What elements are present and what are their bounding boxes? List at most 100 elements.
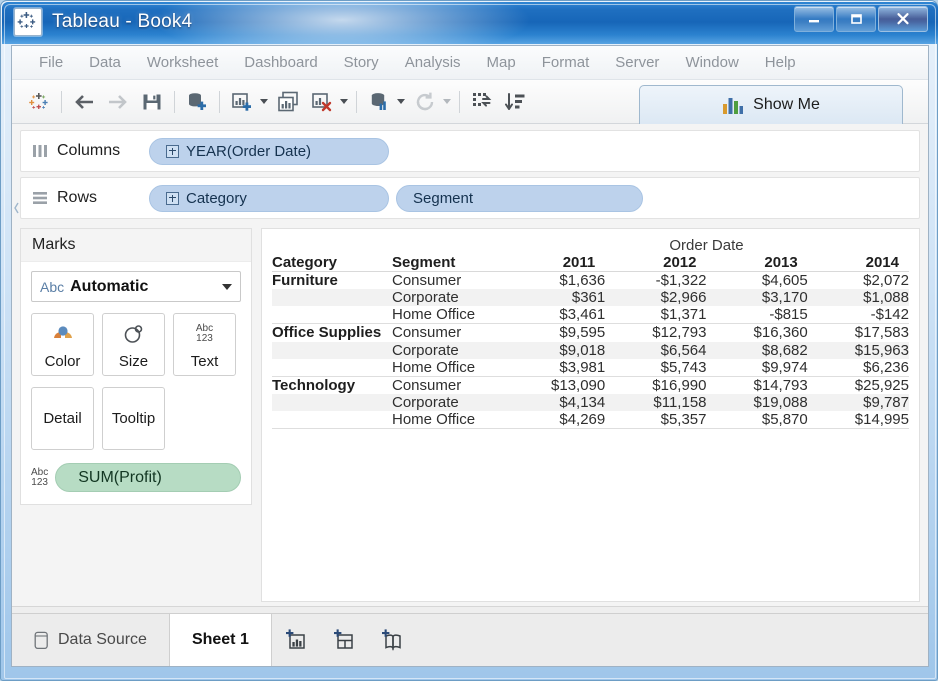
sort-descending-glyph <box>505 92 525 110</box>
show-me-icon <box>723 98 744 114</box>
marks-size-button[interactable]: Size <box>102 313 165 376</box>
new-worksheet-button[interactable] <box>272 614 320 666</box>
cell-segment: Consumer <box>392 324 462 342</box>
show-me-button[interactable]: Show Me <box>639 85 903 124</box>
pill-year-order-date[interactable]: YEAR(Order Date) <box>149 137 389 165</box>
menu-bar: File Data Worksheet Dashboard Story Anal… <box>12 46 928 80</box>
header-2011: 2011 <box>504 254 606 272</box>
table-row[interactable]: Home Office $3,981 $5,743 $9,974 $6,236 <box>272 358 909 377</box>
cell-category <box>272 358 392 377</box>
columns-shelf[interactable]: Columns YEAR(Order Date) <box>20 130 920 172</box>
refresh-data-source-dropdown-caret[interactable] <box>397 99 405 104</box>
cell-value-2012: $11,158 <box>605 393 707 411</box>
clear-sheet-icon[interactable] <box>305 85 339 119</box>
mark-type-dropdown[interactable]: Abc Automatic <box>31 271 241 302</box>
menu-item-map[interactable]: Map <box>474 46 529 80</box>
menu-item-analysis[interactable]: Analysis <box>392 46 474 80</box>
menu-item-server[interactable]: Server <box>602 46 672 80</box>
cell-category: Office Supplies <box>272 324 382 342</box>
tableau-window: Tableau - Book4 File Data Worksheet Dash… <box>0 0 938 681</box>
cell-category <box>272 393 392 411</box>
expand-plus-icon[interactable] <box>166 144 179 158</box>
new-story-icon <box>381 629 401 651</box>
close-button[interactable] <box>878 6 928 32</box>
maximize-button[interactable] <box>836 6 876 32</box>
cell-value-2014: $15,963 <box>807 341 909 359</box>
tableau-home-glyph <box>29 92 48 109</box>
pill-label: YEAR(Order Date) <box>186 142 312 160</box>
sidebar-item-sheet-1[interactable]: Sheet 1 <box>169 614 272 666</box>
new-data-source-icon[interactable] <box>180 85 214 119</box>
window-controls <box>794 6 928 32</box>
chevron-down-icon[interactable] <box>222 283 232 290</box>
refresh-icon[interactable] <box>408 85 442 119</box>
forward-arrow-icon[interactable] <box>101 85 135 119</box>
refresh-dropdown-caret[interactable] <box>443 99 451 104</box>
crosstab-table: Order Date Category Segment 2011 2012 20… <box>272 237 909 429</box>
table-row[interactable]: Corporate $4,134 $11,158 $19,088 $9,787 <box>272 393 909 411</box>
table-row[interactable]: Office Supplies Consumer $9,595 $12,793 … <box>272 324 909 342</box>
minimize-button[interactable] <box>794 6 834 32</box>
toolbar: Show Me <box>12 80 928 124</box>
abc123-icon: Abc 123 <box>196 314 213 353</box>
tab-data-source[interactable]: Data Source <box>12 614 170 666</box>
rows-shelf[interactable]: Rows Category Segment <box>20 177 920 219</box>
duplicate-sheet-icon[interactable] <box>271 85 305 119</box>
table-row[interactable]: Corporate $361 $2,966 $3,170 $1,088 <box>272 289 909 307</box>
menu-item-format[interactable]: Format <box>529 46 603 80</box>
title-bar[interactable]: Tableau - Book4 <box>2 2 938 44</box>
cell-value-2013: $16,360 <box>753 324 808 342</box>
menu-item-worksheet[interactable]: Worksheet <box>134 46 231 80</box>
window-title: Tableau - Book4 <box>52 11 193 32</box>
cell-value-2012: $6,564 <box>605 341 707 359</box>
expand-plus-icon[interactable] <box>166 191 179 205</box>
marks-text-label: Text <box>190 353 219 370</box>
swap-rows-columns-icon[interactable] <box>465 85 499 119</box>
pill-label: Segment <box>413 189 474 207</box>
cell-category <box>272 289 392 307</box>
marks-tooltip-button[interactable]: Tooltip <box>102 387 165 450</box>
new-story-button[interactable] <box>368 614 416 666</box>
chevron-left-icon <box>14 202 19 214</box>
cell-value-2014: $25,925 <box>854 376 909 394</box>
save-icon[interactable] <box>135 85 169 119</box>
new-worksheet-dropdown-caret[interactable] <box>260 99 268 104</box>
marks-color-button[interactable]: Color <box>31 313 94 376</box>
new-worksheet-icon[interactable] <box>225 85 259 119</box>
table-row[interactable]: Corporate $9,018 $6,564 $8,682 $15,963 <box>272 341 909 359</box>
sort-descending-icon[interactable] <box>499 85 533 119</box>
menu-item-help[interactable]: Help <box>752 46 809 80</box>
pill-sum-profit[interactable]: SUM(Profit) <box>55 463 241 492</box>
header-2013: 2013 <box>706 254 808 272</box>
marks-button-row-1: Color Size Abc 123 Text <box>31 313 241 376</box>
menu-item-data[interactable]: Data <box>76 46 134 80</box>
cell-category: Technology <box>272 376 356 394</box>
menu-item-file[interactable]: File <box>26 46 76 80</box>
toolbar-separator <box>459 90 460 113</box>
marks-text-button[interactable]: Abc 123 Text <box>173 313 236 376</box>
table-row[interactable]: Home Office $4,269 $5,357 $5,870 $14,995 <box>272 410 909 429</box>
cell-value-2011: $13,090 <box>551 376 606 394</box>
new-dashboard-button[interactable] <box>320 614 368 666</box>
back-arrow-icon[interactable] <box>67 85 101 119</box>
sidebar-collapse-handle[interactable] <box>13 196 20 220</box>
columns-shelf-label-group: Columns <box>21 142 149 160</box>
table-row[interactable]: Technology Consumer $13,090 $16,990 $14,… <box>272 376 909 394</box>
menu-item-window[interactable]: Window <box>672 46 751 80</box>
menu-item-dashboard[interactable]: Dashboard <box>231 46 330 80</box>
pill-category[interactable]: Category <box>149 184 389 212</box>
pill-segment[interactable]: Segment <box>396 184 643 212</box>
table-row[interactable]: Furniture Consumer $1,636 -$1,322 $4,605… <box>272 272 909 290</box>
menu-item-story[interactable]: Story <box>331 46 392 80</box>
marks-detail-button[interactable]: Detail <box>31 387 94 450</box>
clear-sheet-dropdown-caret[interactable] <box>340 99 348 104</box>
rows-label: Rows <box>57 189 98 206</box>
cell-value-2013: -$815 <box>706 306 808 325</box>
marks-color-label: Color <box>44 353 81 370</box>
marks-card: Marks Abc Automatic Color Size Abc 123 T… <box>20 228 252 505</box>
tableau-home-icon[interactable] <box>22 85 56 119</box>
color-palette-icon <box>50 314 76 353</box>
marks-tooltip-label: Tooltip <box>111 410 156 427</box>
table-row[interactable]: Home Office $3,461 $1,371 -$815 -$142 <box>272 306 909 325</box>
refresh-data-source-icon[interactable] <box>362 85 396 119</box>
